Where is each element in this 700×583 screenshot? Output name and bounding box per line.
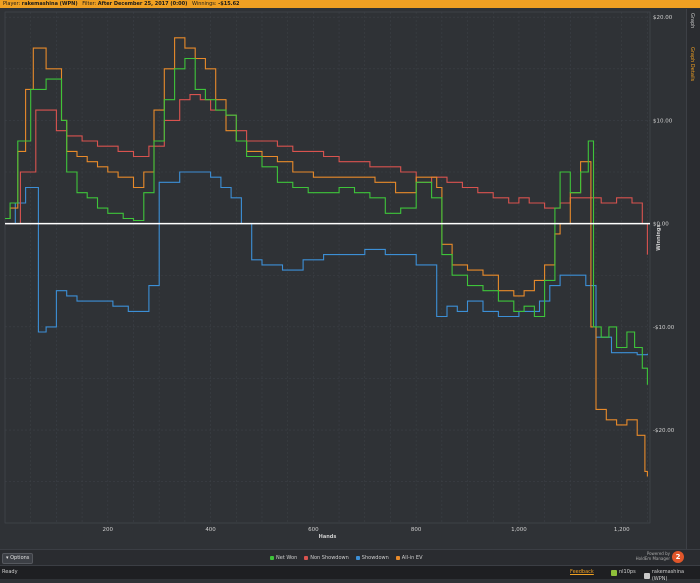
tab-graph-details[interactable]: Graph Details: [689, 47, 695, 81]
legend-swatch-icon: [355, 556, 360, 560]
y-axis-label: Winnings: [656, 225, 662, 251]
status-text: Ready: [2, 569, 18, 575]
x-tick-label: 1,000: [511, 527, 527, 533]
legend-label: Non Showdown: [310, 555, 349, 561]
site-label: nl10ps: [619, 569, 636, 575]
player-selector[interactable]: rakemashina (WPN): [644, 569, 700, 583]
player-label: Player:: [3, 1, 21, 7]
x-tick-label: 400: [205, 527, 216, 533]
y-tick-label: $10.00: [653, 118, 673, 124]
legend-label: Net Won: [276, 555, 298, 561]
window-title-bar: Player: rakemashina (WPN) Filter: After …: [0, 0, 700, 8]
legend-item[interactable]: Net Won: [270, 555, 297, 561]
side-tab-strip: Graph Graph Details: [686, 9, 700, 549]
status-bar: Ready Feedback nl10ps rakemashina (WPN): [0, 565, 700, 582]
winnings-graph[interactable]: 200 400 600 800 1,000 1,200Hands$20.00$10.00$…: [0, 9, 686, 549]
powered-by: Powered by HoldEm Manager: [628, 551, 670, 561]
player-name: rakemashina (WPN): [21, 1, 78, 7]
y-tick-label: -$10.00: [653, 325, 675, 331]
feedback-link[interactable]: Feedback: [570, 566, 594, 579]
winnings-value: -$15.62: [218, 1, 240, 7]
winnings-label: Winnings:: [191, 1, 217, 7]
player-icon: [644, 573, 650, 579]
x-tick-label: 600: [308, 527, 319, 533]
x-tick-label: 800: [411, 527, 422, 533]
legend-item[interactable]: Showdown: [355, 555, 389, 561]
chevron-down-icon: ▾: [6, 555, 9, 561]
filter-label: Filter:: [82, 1, 97, 7]
brand-name: HoldEm Manager: [635, 556, 670, 561]
y-tick-label: $20.00: [653, 15, 673, 21]
options-label: Options: [10, 555, 30, 561]
plot-background: [0, 9, 686, 549]
tab-graph[interactable]: Graph: [689, 13, 695, 28]
graph-footer: ▾ Options Net Won Non Showdown Showdown All…: [0, 549, 700, 565]
y-tick-label: -$20.00: [653, 428, 675, 434]
legend-swatch-icon: [395, 556, 400, 560]
x-axis-label: Hands: [319, 534, 337, 540]
filter-value[interactable]: After December 25, 2017 (0:00): [98, 1, 188, 7]
site-selector[interactable]: nl10ps: [611, 569, 636, 576]
holdem-manager-logo-icon: 2: [672, 551, 684, 563]
legend-item[interactable]: All-in EV: [395, 555, 423, 561]
legend-label: Showdown: [361, 555, 389, 561]
legend: Net Won Non Showdown Showdown All-in EV: [270, 554, 423, 562]
player-label-status: rakemashina (WPN): [651, 569, 685, 582]
legend-label: All-in EV: [401, 555, 423, 561]
x-tick-label: 1,200: [614, 527, 630, 533]
legend-swatch-icon: [270, 556, 274, 560]
legend-item[interactable]: Non Showdown: [304, 555, 349, 561]
options-button[interactable]: ▾ Options: [2, 553, 34, 564]
legend-swatch-icon: [304, 556, 309, 560]
x-tick-label: 200: [103, 527, 114, 533]
site-icon: [611, 569, 617, 576]
